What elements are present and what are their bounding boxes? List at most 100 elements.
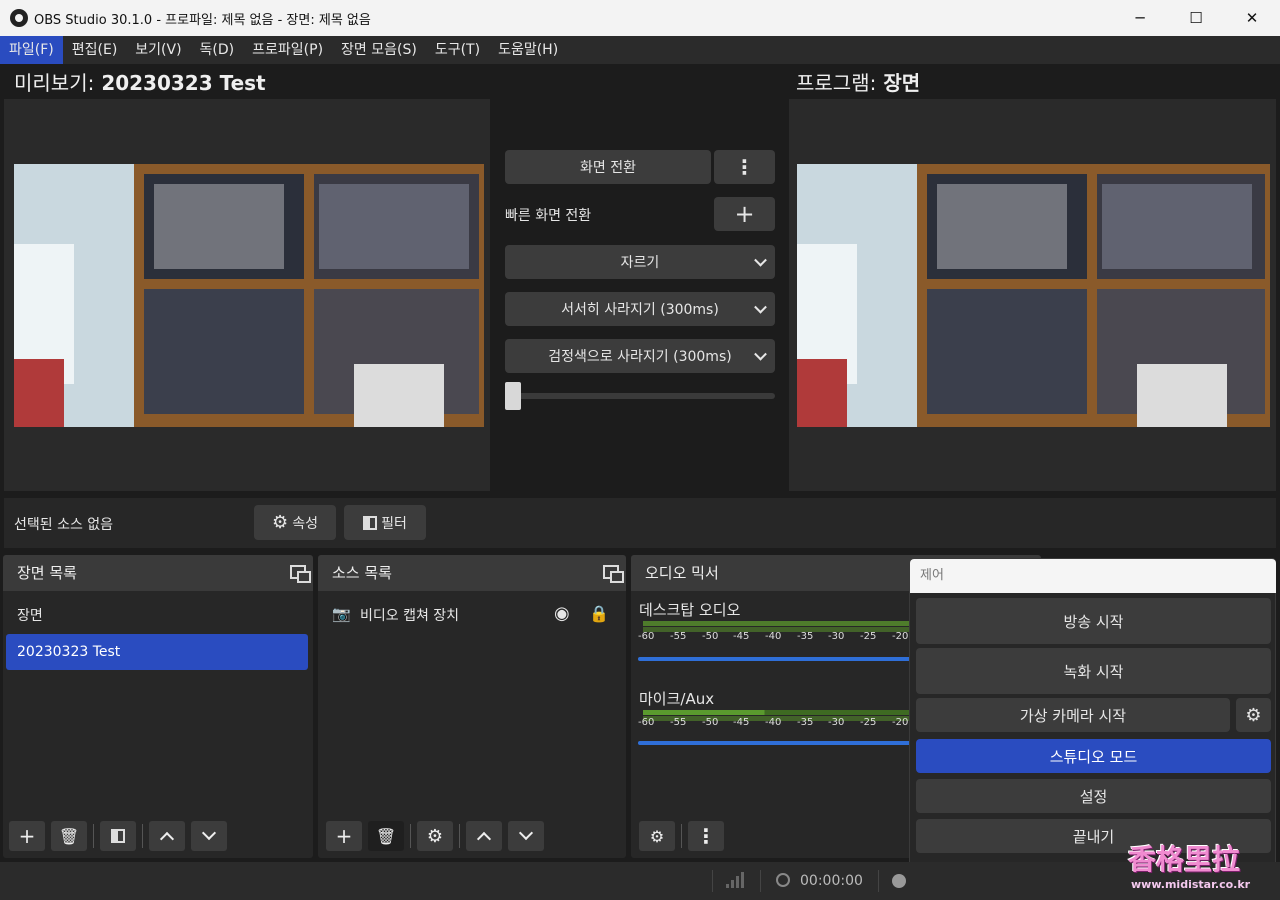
scenes-toolbar: + 🗑 — [9, 821, 227, 851]
minimize-button[interactable]: ─ — [1112, 0, 1168, 36]
menu-tools[interactable]: 도구(T) — [426, 36, 489, 64]
lock-icon[interactable]: 🔒 — [589, 604, 609, 623]
quick-transition-fade-to-black[interactable]: 검정색으로 사라지기 (300ms) — [505, 339, 775, 373]
meter-tick: -40 — [765, 717, 782, 728]
quick-transition-fade-to-black-label: 검정색으로 사라지기 (300ms) — [548, 349, 732, 365]
menu-profile[interactable]: 프로파일(P) — [243, 36, 332, 64]
menu-help[interactable]: 도움말(H) — [489, 36, 567, 64]
trash-icon: 🗑 — [58, 826, 80, 846]
meter-tick: -40 — [765, 631, 782, 642]
filters-button[interactable]: 필터 — [344, 505, 426, 540]
start-virtual-camera-button[interactable]: 가상 카메라 시작 — [916, 698, 1230, 732]
tbar-handle[interactable] — [505, 382, 521, 410]
scene-item[interactable]: 장면 — [17, 605, 43, 625]
remove-scene-button[interactable]: 🗑 — [51, 821, 87, 851]
source-item-name: 비디오 캡쳐 장치 — [360, 608, 460, 624]
filter-icon — [111, 829, 125, 843]
close-button[interactable]: ✕ — [1224, 0, 1280, 36]
toolbar-separator — [410, 824, 411, 848]
meter-tick: -35 — [797, 631, 814, 642]
gears-icon: ⚙ — [649, 826, 665, 846]
menu-docks[interactable]: 독(D) — [191, 36, 244, 64]
audio-meter — [643, 710, 913, 715]
menu-view[interactable]: 보기(V) — [126, 36, 190, 64]
remove-source-button[interactable]: 🗑 — [368, 821, 404, 851]
signal-icon — [726, 872, 744, 888]
preview-video — [14, 164, 484, 427]
meter-tick: -25 — [860, 631, 877, 642]
meter-tick: -25 — [860, 717, 877, 728]
meter-scale: -60 -55 -50 -45 -40 -35 -30 -25 -20 — [638, 717, 916, 728]
quick-transition-fade[interactable]: 서서히 사라지기 (300ms) — [505, 292, 775, 326]
settings-button[interactable]: 설정 — [916, 779, 1271, 813]
status-separator — [760, 870, 761, 892]
more-vertical-icon: ⋮ — [696, 824, 716, 848]
mixer-menu-button[interactable]: ⋮ — [688, 821, 724, 851]
preview-panel[interactable] — [4, 99, 490, 491]
virtual-camera-settings-button[interactable]: ⚙ — [1236, 698, 1271, 732]
program-header: 프로그램: 장면 — [796, 67, 920, 96]
preview-scene-name: 20230323 Test — [101, 71, 266, 95]
advanced-audio-button[interactable]: ⚙ — [639, 821, 675, 851]
source-properties-button[interactable]: ⚙ — [417, 821, 453, 851]
move-scene-down-button[interactable] — [191, 821, 227, 851]
meter-tick: -45 — [733, 631, 750, 642]
chevron-up-icon — [476, 831, 492, 847]
stream-time: 00:00:00 — [800, 873, 863, 889]
undock-icon[interactable] — [603, 565, 624, 583]
move-scene-up-button[interactable] — [149, 821, 185, 851]
transition-more-button[interactable]: ⋮ — [714, 150, 775, 184]
audio-meter — [643, 621, 913, 626]
camera-icon: 📷 — [332, 605, 351, 623]
title-bar: OBS Studio 30.1.0 - 프로파일: 제목 없음 - 장면: 제목… — [0, 0, 1280, 36]
program-video — [797, 164, 1270, 427]
tbar-track[interactable] — [505, 393, 775, 399]
watermark-url: www.midistar.co.kr — [1131, 878, 1251, 891]
quick-transitions-label: 빠른 화면 전환 — [505, 208, 592, 224]
maximize-button[interactable]: ☐ — [1168, 0, 1224, 36]
volume-slider[interactable] — [638, 657, 913, 661]
filters-label: 필터 — [381, 515, 407, 532]
meter-tick: -35 — [797, 717, 814, 728]
meter-tick: -60 — [638, 631, 655, 642]
add-scene-button[interactable]: + — [9, 821, 45, 851]
start-recording-button[interactable]: 녹화 시작 — [916, 648, 1271, 694]
preview-label: 미리보기: — [14, 71, 95, 95]
add-quick-transition-button[interactable]: + — [714, 197, 775, 231]
trash-icon: 🗑 — [375, 826, 397, 846]
menu-edit[interactable]: 편집(E) — [63, 36, 127, 64]
plus-icon: + — [335, 824, 353, 848]
meter-scale: -60 -55 -50 -45 -40 -35 -30 -25 -20 — [638, 631, 916, 642]
scene-filters-button[interactable] — [100, 821, 136, 851]
start-streaming-button[interactable]: 방송 시작 — [916, 598, 1271, 644]
move-source-down-button[interactable] — [508, 821, 544, 851]
meter-tick: -50 — [702, 717, 719, 728]
move-source-up-button[interactable] — [466, 821, 502, 851]
transition-button[interactable]: 화면 전환 — [505, 150, 711, 184]
meter-tick: -45 — [733, 717, 750, 728]
undock-icon[interactable] — [290, 565, 311, 583]
meter-tick: -55 — [670, 631, 687, 642]
controls-dock-title: 제어 — [910, 559, 1276, 593]
chevron-down-icon — [518, 825, 534, 841]
mixer-channel-name: 데스크탑 오디오 — [639, 601, 741, 619]
eye-icon[interactable]: ◉ — [554, 603, 570, 624]
scene-item-selected[interactable]: 20230323 Test — [6, 634, 308, 670]
source-status: 선택된 소스 없음 — [14, 517, 114, 533]
recording-status-icon — [892, 874, 906, 888]
menu-file[interactable]: 파일(F) — [0, 36, 63, 64]
quick-transition-fade-label: 서서히 사라지기 (300ms) — [561, 302, 719, 318]
source-item[interactable]: 📷 비디오 캡쳐 장치 ◉ 🔒 — [332, 603, 612, 626]
toolbar-separator — [459, 824, 460, 848]
studio-mode-button[interactable]: 스튜디오 모드 — [916, 739, 1271, 773]
program-label: 프로그램: — [796, 71, 877, 95]
sources-toolbar: + 🗑 ⚙ — [326, 821, 544, 851]
properties-button[interactable]: ⚙ 속성 — [254, 505, 336, 540]
add-source-button[interactable]: + — [326, 821, 362, 851]
chevron-down-icon — [754, 347, 767, 361]
program-panel[interactable] — [789, 99, 1276, 491]
menu-scene-collection[interactable]: 장면 모음(S) — [332, 36, 426, 64]
quick-transition-cut[interactable]: 자르기 — [505, 245, 775, 279]
gear-icon: ⚙ — [1245, 704, 1262, 726]
volume-slider[interactable] — [638, 741, 913, 745]
